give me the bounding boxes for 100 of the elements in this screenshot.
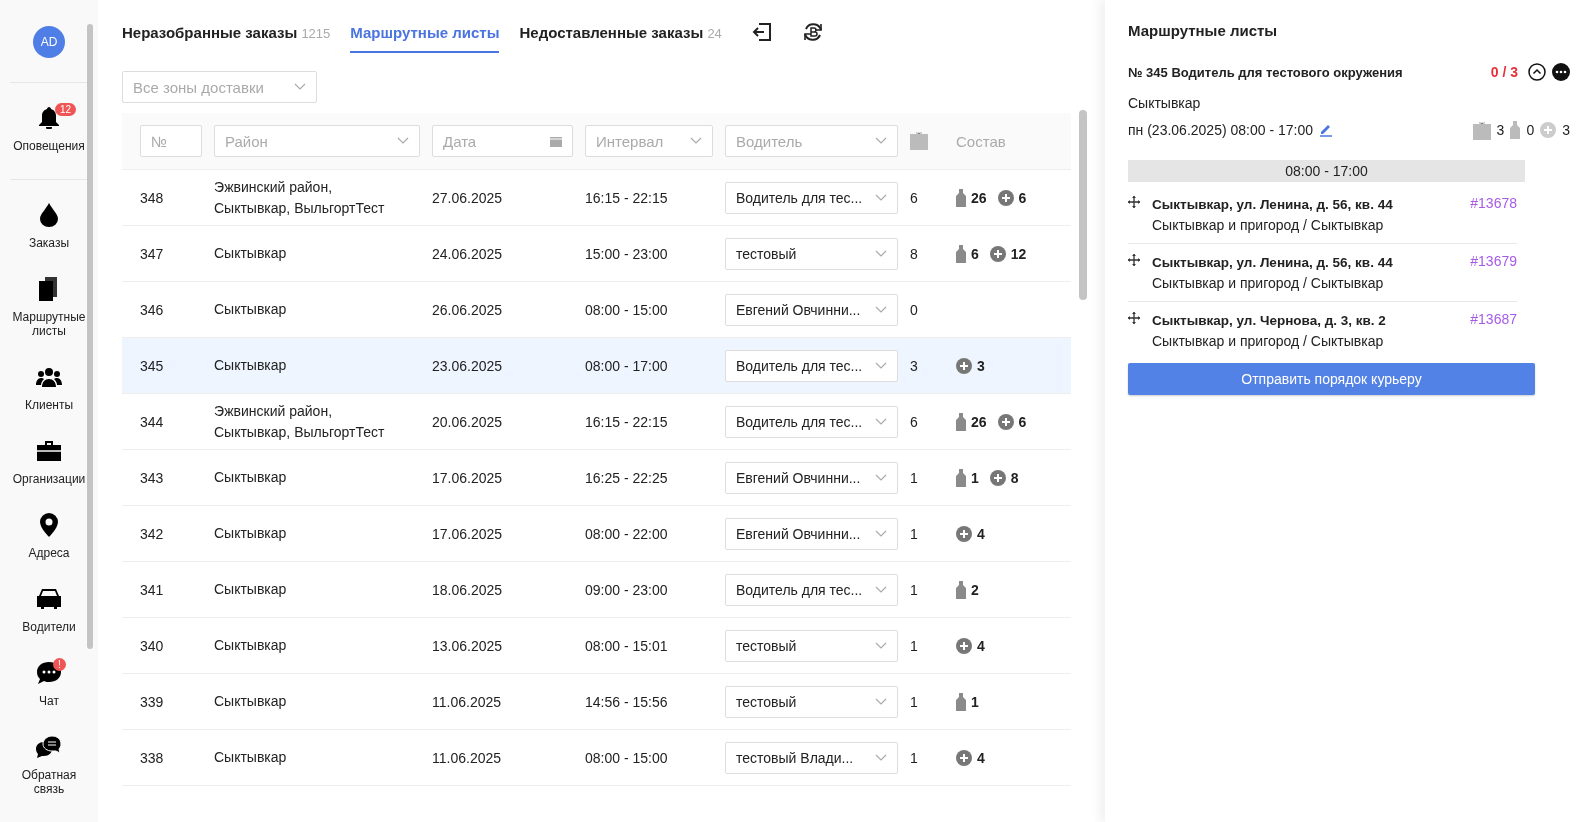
nav-label: Маршрутные листы	[11, 310, 87, 338]
bottles-count: 2	[971, 581, 979, 598]
order-link[interactable]: #13678	[1470, 195, 1517, 211]
driver-select[interactable]: Евгений Овчинни...	[725, 461, 898, 494]
interval-cell: 08:00 - 15:01	[585, 637, 668, 654]
bottles-count: 1	[971, 469, 979, 486]
bags-count: 3	[1496, 122, 1505, 138]
chevron-down-icon	[875, 641, 887, 650]
route-stop[interactable]: Сыктывкар, ул. Ленина, д. 56, кв. 44 Сыктывкар и пригород / Сыктывкар #13678	[1128, 186, 1517, 244]
send-order-button[interactable]: Отправить порядок курьеру	[1128, 363, 1535, 395]
orders-count: 3	[910, 357, 918, 374]
driver-select[interactable]: Евгений Овчинни...	[725, 293, 898, 326]
driver-select[interactable]: тестовый	[725, 629, 898, 662]
date-cell: 11.06.2025	[432, 749, 502, 766]
table-row[interactable]: 339 Сыктывкар 11.06.2025 14:56 - 15:56 тестовый 1 1	[122, 674, 1071, 730]
map-pin-icon	[40, 513, 58, 537]
notification-badge: !	[53, 658, 66, 671]
order-link[interactable]: #13687	[1470, 311, 1517, 327]
chevron-down-icon	[875, 585, 887, 594]
chevron-down-icon	[875, 137, 887, 145]
table-row[interactable]: 340 Сыктывкар 13.06.2025 08:00 - 15:01 тестовый 1 4	[122, 618, 1071, 674]
exit-icon[interactable]	[751, 22, 772, 42]
drop-icon	[40, 203, 58, 227]
interval-cell: 16:25 - 22:25	[585, 469, 668, 486]
driver-select[interactable]: тестовый Влади...	[725, 741, 898, 774]
route-city: Сыктывкар	[1128, 95, 1202, 111]
clipboard-icon	[39, 277, 59, 301]
chevron-down-icon	[875, 529, 887, 538]
driver-select[interactable]: Водитель для тес...	[725, 349, 898, 382]
drag-handle-icon[interactable]	[1128, 254, 1140, 266]
nav-item[interactable]: 12 Оповещения	[9, 105, 89, 153]
nav-item[interactable]: Маршрутные листы	[9, 276, 89, 338]
driver-select[interactable]: Евгений Овчинни...	[725, 517, 898, 550]
table-row[interactable]: 345 Сыктывкар 23.06.2025 08:00 - 17:00 Водитель для тес... 3 3	[122, 338, 1071, 394]
tab[interactable]: Неразобранные заказы 1215	[122, 11, 331, 53]
nav-item[interactable]: Адреса	[9, 512, 89, 560]
route-number: 344	[140, 413, 164, 430]
bottle-icon	[956, 244, 966, 263]
stop-zone: Сыктывкар и пригород / Сыктывкар	[1152, 332, 1385, 351]
chevron-down-icon	[875, 305, 887, 314]
drag-handle-icon[interactable]	[1128, 196, 1140, 208]
table-row[interactable]: 344 Эжвинский район, Сыктывкар, ВыльгортТест 20.06.2025 16:15 - 22:15 Водитель для тес... 6 26 6	[122, 394, 1071, 450]
table-row[interactable]: 347 Сыктывкар 24.06.2025 15:00 - 23:00 тестовый 8 6 12	[122, 226, 1071, 282]
date-cell: 17.06.2025	[432, 525, 503, 542]
nav-item[interactable]: Заказы	[9, 202, 89, 250]
chevron-down-icon	[294, 83, 306, 91]
route-stop[interactable]: Сыктывкар, ул. Чернова, д. 3, кв. 2 Сыктывкар и пригород / Сыктывкар #13687	[1128, 302, 1517, 359]
bell-icon	[39, 107, 59, 129]
scrollbar[interactable]	[87, 24, 93, 649]
date-cell: 20.06.2025	[432, 413, 503, 430]
driver-select[interactable]: тестовый	[725, 237, 898, 270]
route-stop[interactable]: Сыктывкар, ул. Ленина, д. 56, кв. 44 Сыктывкар и пригород / Сыктывкар #13679	[1128, 244, 1517, 302]
table-row[interactable]: 341 Сыктывкар 18.06.2025 09:00 - 23:00 Водитель для тес... 1 2	[122, 562, 1071, 618]
driver-select[interactable]: тестовый	[725, 685, 898, 718]
driver-select[interactable]: Водитель для тес...	[725, 181, 898, 214]
extras-count: 3	[1562, 122, 1570, 138]
nav-item[interactable]: Организации	[9, 438, 89, 486]
tab[interactable]: Маршрутные листы	[350, 11, 500, 53]
bottle-icon	[956, 412, 966, 431]
orders-count: 6	[910, 189, 918, 206]
nav-item[interactable]: ! Чат	[9, 660, 89, 708]
interval-cell: 08:00 - 22:00	[585, 525, 668, 542]
route-number: 348	[140, 189, 164, 206]
tab[interactable]: Недоставленные заказы 24	[519, 11, 722, 53]
extras-count: 4	[977, 749, 985, 766]
chevron-down-icon	[875, 697, 887, 706]
interval-cell: 16:15 - 22:15	[585, 413, 668, 430]
district-cell-text: Сыктывкар	[214, 580, 288, 599]
table-row[interactable]: 343 Сыктывкар 17.06.2025 16:25 - 22:25 Евгений Овчинни... 1 1 8	[122, 450, 1071, 506]
interval-cell: 14:56 - 15:56	[585, 693, 668, 710]
chevron-down-icon	[875, 473, 887, 482]
interval-cell: 08:00 - 15:00	[585, 301, 668, 318]
stop-zone: Сыктывкар и пригород / Сыктывкар	[1152, 216, 1385, 235]
nav-item[interactable]: Обратная связь	[9, 734, 89, 796]
driver-select[interactable]: Водитель для тес...	[725, 405, 898, 438]
scrollbar[interactable]	[1079, 110, 1087, 300]
driver-select[interactable]: Водитель для тес...	[725, 573, 898, 606]
more-icon[interactable]	[1552, 63, 1570, 81]
table-row[interactable]: 348 Эжвинский район, Сыктывкар, ВыльгортТест 27.06.2025 16:15 - 22:15 Водитель для тес... 6 26 6	[122, 170, 1071, 226]
plus-circle-icon	[956, 525, 972, 542]
nav-item[interactable]: Клиенты	[9, 364, 89, 412]
table-row[interactable]: 338 Сыктывкар 11.06.2025 08:00 - 15:00 тестовый Влади... 1 4	[122, 730, 1071, 786]
user-avatar[interactable]: AD	[33, 26, 65, 58]
district-cell-text: Сыктывкар	[214, 244, 288, 263]
district-cell-text: Сыктывкар	[214, 524, 288, 543]
table-row[interactable]: 342 Сыктывкар 17.06.2025 08:00 - 22:00 Евгений Овчинни... 1 4	[122, 506, 1071, 562]
edit-icon[interactable]	[1319, 123, 1333, 137]
notification-badge: 12	[55, 103, 77, 116]
nav-label: Клиенты	[24, 398, 74, 412]
refresh-icon[interactable]	[801, 21, 824, 43]
orders-count: 6	[910, 413, 918, 430]
bottles-count: 6	[971, 245, 979, 262]
drag-handle-icon[interactable]	[1128, 312, 1140, 324]
order-link[interactable]: #13679	[1470, 253, 1517, 269]
route-number: 342	[140, 525, 164, 542]
plus-circle-icon	[997, 413, 1014, 430]
district-cell-text: Сыктывкар	[214, 692, 288, 711]
collapse-icon[interactable]	[1528, 63, 1546, 81]
nav-item[interactable]: Водители	[9, 586, 89, 634]
chat-bubbles-icon	[36, 736, 62, 758]
